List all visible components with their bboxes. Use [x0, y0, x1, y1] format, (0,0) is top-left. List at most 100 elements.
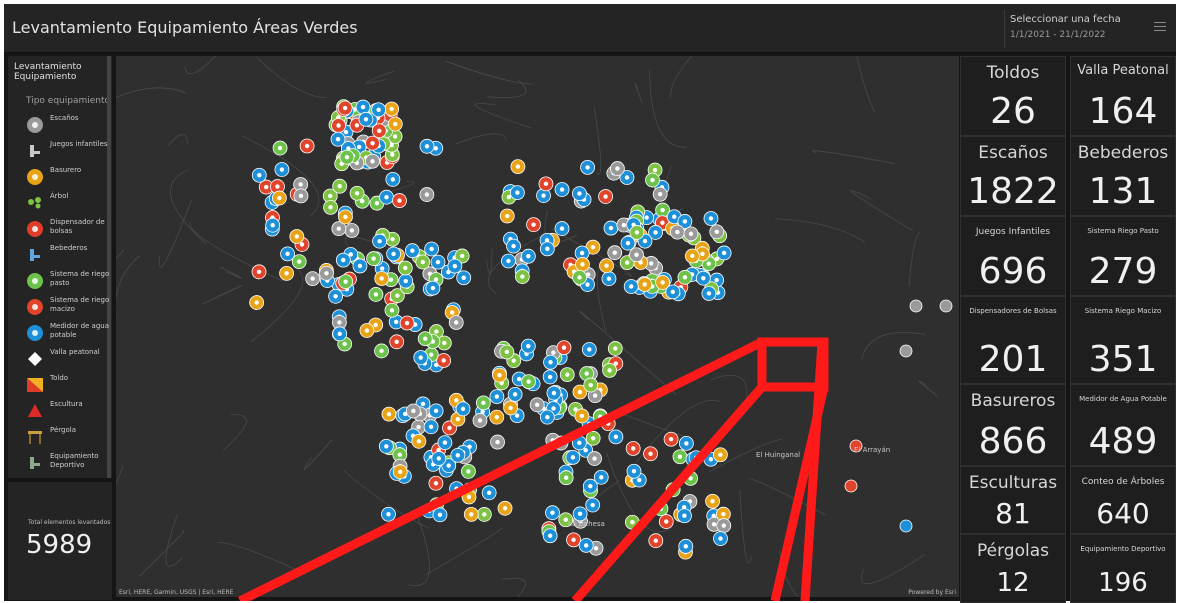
map-marker[interactable]: [472, 413, 488, 428]
map-marker[interactable]: [899, 344, 913, 358]
map-marker[interactable]: [399, 315, 415, 331]
map-marker[interactable]: [411, 433, 427, 449]
map-marker[interactable]: [251, 167, 267, 183]
map-attribution[interactable]: Esri, HERE, Garmin, USGS | Esri, HERE: [119, 589, 233, 596]
map-marker[interactable]: [716, 518, 732, 533]
map-marker[interactable]: [939, 299, 953, 313]
map-marker[interactable]: [670, 224, 685, 240]
map-marker[interactable]: [359, 323, 375, 338]
map-marker[interactable]: [678, 435, 694, 451]
map-marker[interactable]: [448, 315, 464, 330]
map-marker[interactable]: [335, 252, 351, 268]
map-marker[interactable]: [677, 269, 693, 285]
map-marker[interactable]: [450, 447, 466, 463]
map-marker[interactable]: [608, 429, 624, 445]
map-marker[interactable]: [358, 111, 374, 127]
map-marker[interactable]: [571, 435, 587, 451]
map-marker[interactable]: [598, 189, 613, 204]
map-marker[interactable]: [648, 533, 664, 549]
map-marker[interactable]: [653, 501, 669, 517]
map-marker[interactable]: [271, 190, 287, 206]
map-marker[interactable]: [684, 248, 700, 264]
map-marker[interactable]: [678, 538, 694, 554]
map-marker[interactable]: [665, 482, 681, 498]
map-marker[interactable]: [455, 401, 471, 417]
map-marker[interactable]: [381, 506, 396, 522]
map-canvas[interactable]: [116, 56, 959, 597]
map-marker[interactable]: [672, 449, 688, 465]
map-marker[interactable]: [844, 479, 858, 493]
map-marker[interactable]: [331, 118, 346, 133]
map-marker[interactable]: [489, 409, 505, 425]
map-marker[interactable]: [652, 186, 668, 202]
map-marker[interactable]: [503, 400, 519, 416]
map-marker[interactable]: [713, 531, 728, 546]
map-marker[interactable]: [510, 159, 526, 175]
map-marker[interactable]: [404, 243, 420, 259]
map-marker[interactable]: [683, 470, 698, 486]
map-marker[interactable]: [578, 537, 594, 553]
map-marker[interactable]: [272, 140, 288, 156]
map-marker[interactable]: [417, 331, 433, 347]
map-marker[interactable]: [580, 159, 595, 175]
map-marker[interactable]: [461, 489, 477, 505]
map-marker[interactable]: [572, 506, 588, 522]
map-marker[interactable]: [423, 419, 439, 435]
map-marker[interactable]: [574, 408, 590, 424]
map-marker[interactable]: [603, 220, 619, 236]
map-marker[interactable]: [249, 295, 265, 310]
map-marker[interactable]: [554, 221, 570, 236]
map-marker[interactable]: [539, 241, 555, 257]
map-marker[interactable]: [565, 449, 581, 465]
map-marker[interactable]: [251, 264, 267, 280]
map-marker[interactable]: [492, 367, 507, 383]
map-marker[interactable]: [372, 233, 387, 249]
map-marker[interactable]: [368, 287, 384, 302]
map-marker[interactable]: [387, 116, 403, 132]
map-marker[interactable]: [553, 435, 569, 451]
map-marker[interactable]: [385, 172, 401, 187]
map-marker[interactable]: [583, 377, 599, 393]
map-marker[interactable]: [625, 441, 641, 456]
map-marker[interactable]: [425, 280, 441, 296]
map-marker[interactable]: [506, 238, 521, 254]
map-marker[interactable]: [428, 475, 444, 491]
map-marker[interactable]: [566, 532, 581, 548]
map-marker[interactable]: [545, 505, 560, 521]
map-marker[interactable]: [629, 247, 644, 263]
map-marker[interactable]: [637, 277, 653, 292]
map-marker[interactable]: [392, 193, 407, 208]
map-marker[interactable]: [497, 500, 513, 516]
map-marker[interactable]: [274, 162, 290, 177]
map-marker[interactable]: [593, 469, 609, 485]
map-marker[interactable]: [379, 189, 394, 205]
map-marker[interactable]: [339, 149, 355, 165]
map-marker[interactable]: [374, 271, 390, 286]
map-marker[interactable]: [365, 135, 380, 151]
map-marker[interactable]: [366, 251, 381, 266]
map-marker[interactable]: [344, 223, 360, 238]
map-marker[interactable]: [332, 326, 348, 342]
map-marker[interactable]: [405, 403, 421, 419]
map-marker[interactable]: [716, 245, 732, 261]
map-marker[interactable]: [419, 187, 435, 202]
map-marker[interactable]: [712, 447, 728, 463]
map-marker[interactable]: [424, 241, 440, 257]
map-marker[interactable]: [546, 385, 562, 401]
map-marker[interactable]: [428, 403, 444, 419]
map-marker[interactable]: [658, 514, 674, 529]
map-marker[interactable]: [332, 178, 348, 194]
map-marker[interactable]: [413, 350, 429, 365]
map-marker[interactable]: [543, 354, 558, 370]
map-marker[interactable]: [599, 258, 614, 274]
map-marker[interactable]: [899, 519, 913, 533]
map-marker[interactable]: [365, 153, 380, 169]
map-marker[interactable]: [909, 299, 923, 313]
map-marker[interactable]: [279, 265, 295, 281]
map-marker[interactable]: [456, 270, 472, 286]
map-marker[interactable]: [386, 246, 402, 262]
map-marker[interactable]: [265, 217, 281, 233]
map-marker[interactable]: [349, 185, 365, 201]
map-marker[interactable]: [338, 274, 354, 290]
map-marker[interactable]: [520, 248, 536, 264]
